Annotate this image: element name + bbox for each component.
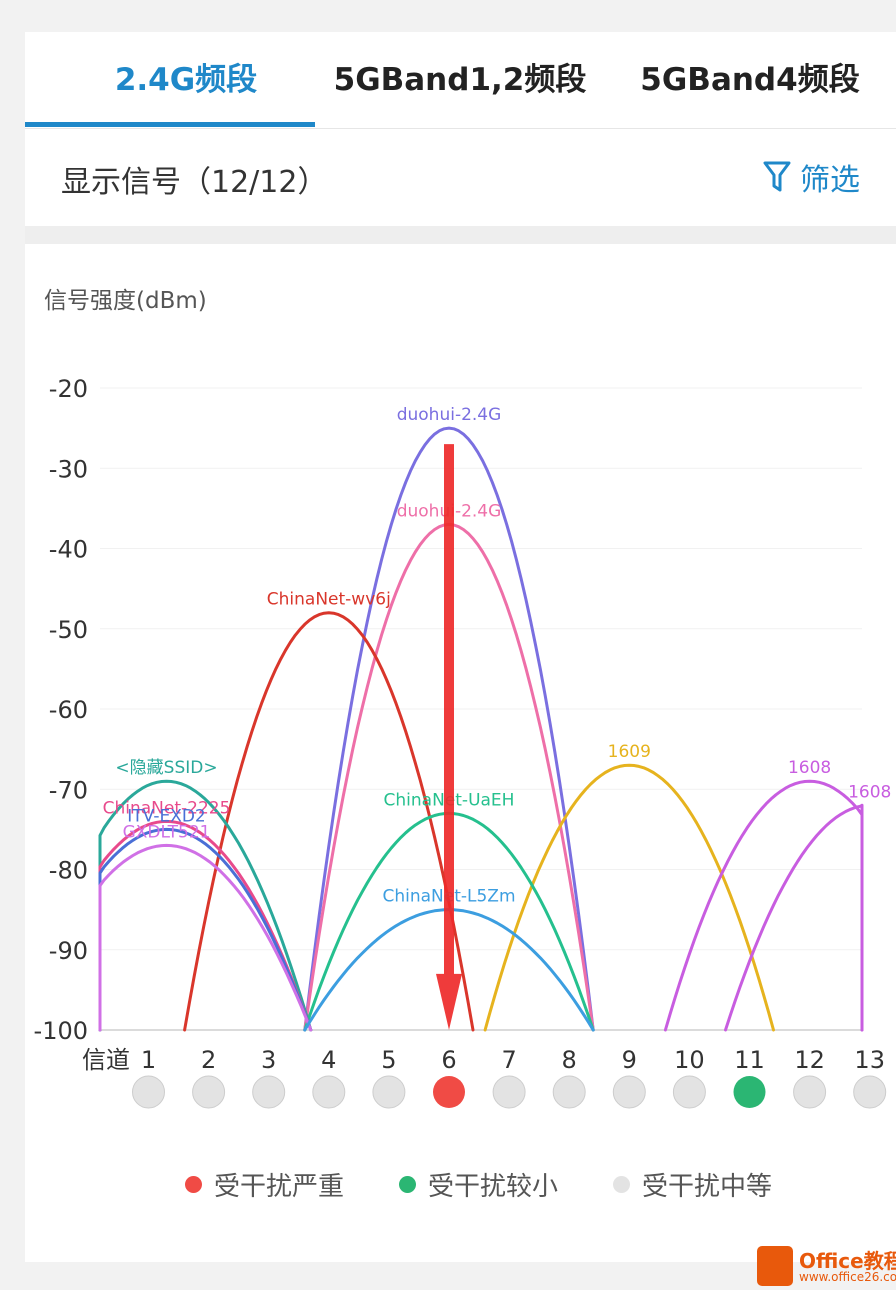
x-tick-label: 9 — [622, 1046, 637, 1074]
y-tick-label: -80 — [49, 857, 88, 885]
channel-status-dot — [492, 1075, 526, 1109]
interference-legend: 受干扰严重 受干扰较小 受干扰中等 — [25, 1164, 896, 1204]
x-tick-label: 11 — [734, 1046, 765, 1074]
channel-status-dot — [252, 1075, 286, 1109]
channel-status-dot — [312, 1075, 346, 1109]
y-tick-label: -40 — [49, 536, 88, 564]
legend-item-minor: 受干扰较小 — [399, 1164, 558, 1204]
x-tick-label: 5 — [381, 1046, 396, 1074]
y-tick-label: -90 — [49, 937, 88, 965]
ssid-label: 1609 — [608, 742, 651, 762]
ssid-label: GXDLT521 — [123, 822, 211, 842]
x-tick-label: 6 — [441, 1046, 456, 1074]
channel-status-dot — [433, 1076, 465, 1108]
channel-status-dot — [132, 1075, 165, 1109]
channel-status-dot — [552, 1075, 586, 1109]
legend-item-medium: 受干扰中等 — [613, 1164, 772, 1204]
x-axis-title: 信道 — [82, 1046, 130, 1074]
y-tick-label: -60 — [49, 696, 88, 724]
channel-status-dot — [192, 1075, 226, 1109]
legend-label-medium: 受干扰中等 — [642, 1171, 773, 1202]
office-logo-icon — [757, 1246, 793, 1286]
ssid-label: duohui-2.4G — [397, 405, 502, 425]
x-tick-label: 4 — [321, 1046, 336, 1074]
x-tick-label: 3 — [261, 1046, 276, 1074]
x-tick-label: 12 — [794, 1046, 825, 1074]
channel-status-dot — [672, 1075, 706, 1109]
legend-dot-minor — [399, 1175, 416, 1193]
signal-curve — [98, 843, 313, 1032]
x-tick-label: 1 — [141, 1046, 156, 1074]
x-tick-label: 10 — [674, 1046, 705, 1074]
y-axis-title: 信号强度(dBm) — [44, 288, 207, 314]
y-tick-label: -50 — [49, 616, 88, 644]
signal-curve — [724, 803, 864, 1032]
ssid-label: <隐藏SSID> — [115, 758, 217, 778]
watermark: Office教程网 www.office26.com — [757, 1244, 896, 1290]
legend-item-severe: 受干扰严重 — [185, 1164, 344, 1204]
channel-status-dot — [372, 1075, 406, 1109]
watermark-url: www.office26.com — [799, 1270, 896, 1284]
channel-status-dot — [853, 1075, 887, 1109]
signal-strength-chart: 信号强度(dBm) -20 -30 -40 -50 -60 -70 -80 -90 -100信道 1… — [34, 288, 891, 1109]
channel-status-dot — [612, 1075, 646, 1109]
legend-dot-medium — [613, 1175, 630, 1193]
y-tick-label: -30 — [49, 455, 88, 483]
ssid-label: 1608 — [848, 782, 891, 802]
ssid-label: 1608 — [788, 758, 831, 778]
x-tick-label: 8 — [562, 1046, 577, 1074]
channel-status-dot — [733, 1076, 766, 1108]
legend-label-minor: 受干扰较小 — [428, 1171, 559, 1202]
legend-dot-severe — [185, 1175, 202, 1193]
y-tick-label: -20 — [49, 375, 88, 403]
channel-status-dot — [793, 1075, 827, 1109]
x-tick-label: 2 — [201, 1046, 216, 1074]
x-tick-label: 13 — [854, 1046, 885, 1074]
signal-curve — [483, 763, 775, 1032]
legend-label-severe: 受干扰严重 — [214, 1171, 345, 1202]
ssid-label: ChinaNet-wv6j — [267, 590, 391, 610]
y-tick-label: -70 — [49, 776, 88, 804]
x-tick-label: 7 — [501, 1046, 516, 1074]
wifi-analyzer-panel: 2.4G频段 5GBand1,2频段 5GBand4频段 显示信号（12/12）… — [25, 32, 896, 1286]
y-tick-label: -100 — [34, 1017, 88, 1045]
